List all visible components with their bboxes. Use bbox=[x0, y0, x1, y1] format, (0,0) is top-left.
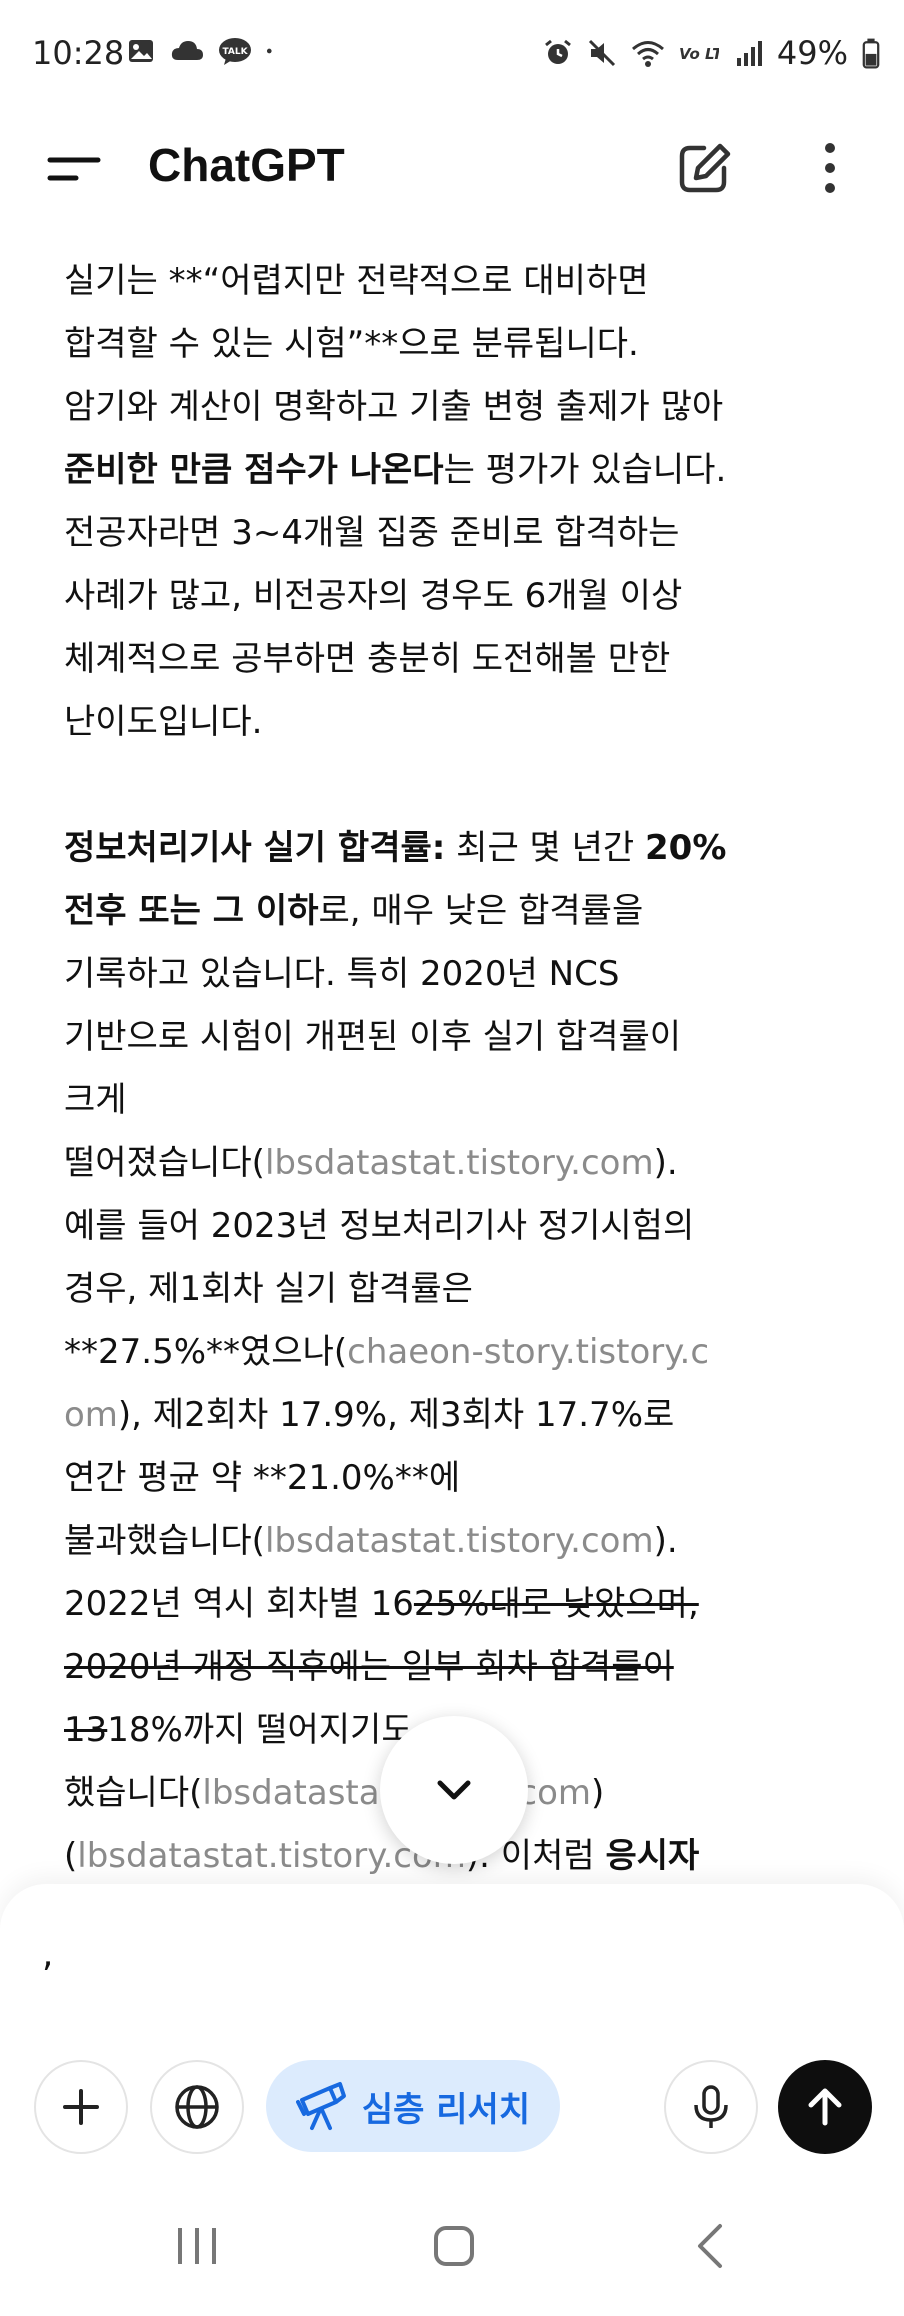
message-text: 로, 매우 낮은 합격률을 bbox=[318, 891, 644, 931]
new-chat-button[interactable] bbox=[674, 138, 734, 198]
message-text: 2022년 역시 회차별 16 bbox=[64, 1584, 414, 1624]
talk-badge-text: TALK bbox=[222, 47, 248, 57]
status-icons-left: TALK bbox=[126, 36, 280, 66]
dot-icon bbox=[266, 48, 272, 54]
back-button[interactable] bbox=[690, 2222, 730, 2274]
source-link[interactable]: om bbox=[64, 1395, 118, 1435]
bold-text: 전후 또는 그 이하 bbox=[64, 891, 319, 931]
message-line: 전공자라면 3~4개월 집중 준비로 합격하는 bbox=[64, 513, 680, 553]
signal-icon bbox=[736, 41, 762, 66]
message-line: om), 제2회차 17.9%, 제3회차 17.7%로 bbox=[64, 1384, 854, 1447]
bold-text: 준비한 만큼 점수가 나온다 bbox=[64, 450, 444, 490]
message-line: 2022년 역시 회차별 1625%대로 낮았으며, bbox=[64, 1573, 854, 1636]
recents-icon bbox=[178, 2228, 216, 2264]
message-text: 최근 몇 년간 bbox=[445, 828, 645, 868]
message-line: 암기와 계산이 명확하고 기출 변형 출제가 많아 bbox=[64, 387, 724, 427]
scroll-down-button[interactable] bbox=[380, 1716, 528, 1864]
message-line: 사례가 많고, 비전공자의 경우도 6개월 이상 bbox=[64, 576, 683, 616]
message-line: 실기는 **“어렵지만 전략적으로 대비하면 bbox=[64, 261, 649, 301]
message-line: 난이도입니다. bbox=[64, 702, 263, 742]
telescope-icon bbox=[295, 2082, 346, 2130]
message-line: 준비한 만큼 점수가 나온다는 평가가 있습니다. bbox=[64, 439, 854, 502]
talk-icon: TALK bbox=[219, 38, 251, 65]
recents-button[interactable] bbox=[174, 2224, 220, 2272]
cloud-icon bbox=[171, 41, 203, 60]
battery-icon bbox=[862, 38, 880, 69]
volte-text: Vo LTE bbox=[679, 45, 719, 63]
composer: , 심층 리서치 bbox=[0, 1884, 904, 2174]
new-chat-icon bbox=[679, 143, 731, 193]
arrow-up-icon bbox=[808, 2088, 842, 2126]
message-text: 는 평가가 있습니다. bbox=[443, 450, 727, 490]
message-line: 경우, 제1회차 실기 합격률은 bbox=[64, 1269, 473, 1309]
message-text: **27.5%**였으나( bbox=[64, 1332, 348, 1372]
battery-percent: 49% bbox=[776, 34, 848, 72]
message-line: **27.5%**였으나(chaeon-story.tistory.c bbox=[64, 1321, 854, 1384]
message-line: 체계적으로 공부하면 충분히 도전해볼 만한 bbox=[64, 639, 671, 679]
more-vertical-icon bbox=[825, 143, 835, 193]
status-bar: 10:28 TALK Vo L 49% bbox=[0, 0, 904, 108]
message-text: ( bbox=[64, 1836, 78, 1876]
message-line: 크게 bbox=[64, 1080, 127, 1120]
message-line: 기록하고 있습니다. 특히 2020년 NCS bbox=[64, 954, 620, 994]
gallery-icon bbox=[129, 40, 153, 62]
message-line: 기반으로 시험이 개편된 이후 실기 합격률이 bbox=[64, 1017, 682, 1057]
message-line: 합격할 수 있는 시험”**으로 분류됩니다. bbox=[64, 324, 639, 364]
message-line: 전후 또는 그 이하로, 매우 낮은 합격률을 bbox=[64, 880, 854, 943]
menu-button[interactable] bbox=[44, 138, 104, 198]
bold-text: 20% bbox=[645, 828, 727, 868]
message-text: 떨어졌습니다( bbox=[64, 1143, 265, 1183]
mic-icon bbox=[694, 2085, 728, 2128]
deep-research-label: 심층 리서치 bbox=[361, 2089, 531, 2130]
alarm-icon bbox=[544, 39, 571, 64]
status-icons-right: Vo LTE 49% bbox=[543, 34, 880, 72]
message-line: 떨어졌습니다(lbsdatastat.tistory.com). bbox=[64, 1132, 854, 1195]
app-header: ChatGPT bbox=[0, 108, 904, 232]
source-link[interactable]: chaeon-story.tistory.c bbox=[347, 1332, 709, 1372]
back-icon bbox=[698, 2224, 722, 2268]
voice-input-button[interactable] bbox=[664, 2060, 758, 2154]
bold-text: 응시자 bbox=[605, 1836, 700, 1876]
home-button[interactable] bbox=[432, 2224, 476, 2272]
strikethrough-text: 25%대로 낮았으며, bbox=[413, 1584, 699, 1624]
message-line: 2020년 개정 직후에는 일부 회차 합격률이 bbox=[64, 1636, 854, 1699]
message-text: 했습니다( bbox=[64, 1773, 203, 1813]
message-text: ), 제2회차 17.9%, 제3회차 17.7%로 bbox=[117, 1395, 675, 1435]
mute-icon bbox=[588, 39, 615, 67]
wifi-icon bbox=[631, 41, 664, 67]
app-title: ChatGPT bbox=[148, 139, 345, 191]
strikethrough-text: 2020년 개정 직후에는 일부 회차 합격률이 bbox=[64, 1647, 674, 1687]
home-icon bbox=[434, 2226, 474, 2266]
web-search-button[interactable] bbox=[150, 2060, 244, 2154]
message-text: 불과했습니다( bbox=[64, 1521, 265, 1561]
chevron-down-icon bbox=[437, 1780, 471, 1800]
message-line: 불과했습니다(lbsdatastat.tistory.com). bbox=[64, 1510, 854, 1573]
source-link[interactable]: lbsdatastat.tistory.com bbox=[265, 1521, 654, 1561]
menu-icon bbox=[47, 157, 101, 181]
system-nav-bar bbox=[0, 2174, 904, 2316]
message-line: 정보처리기사 실기 합격률: 최근 몇 년간 20% bbox=[64, 817, 854, 880]
message-text: ). bbox=[653, 1143, 678, 1183]
strikethrough-text: 13 bbox=[64, 1710, 108, 1750]
source-link[interactable]: lbsdatastat.tistory.com bbox=[265, 1143, 654, 1183]
message-text: ). bbox=[653, 1521, 678, 1561]
message-text: 18%까지 떨어지기도 bbox=[107, 1710, 413, 1750]
message-line: 연간 평균 약 **21.0%**에 bbox=[64, 1458, 461, 1498]
message-input[interactable]: , bbox=[42, 1934, 53, 1975]
plus-icon bbox=[63, 2089, 99, 2125]
send-button[interactable] bbox=[778, 2060, 872, 2154]
more-options-button[interactable] bbox=[800, 138, 860, 198]
status-time: 10:28 bbox=[32, 34, 125, 72]
message-text: ) bbox=[591, 1773, 605, 1813]
message-line: 예를 들어 2023년 정보처리기사 정기시험의 bbox=[64, 1206, 695, 1246]
bold-text: 정보처리기사 실기 합격률: bbox=[64, 828, 446, 868]
volte-icon: Vo LTE bbox=[679, 45, 719, 63]
globe-icon bbox=[175, 2085, 219, 2129]
add-attachment-button[interactable] bbox=[34, 2060, 128, 2154]
deep-research-button[interactable]: 심층 리서치 bbox=[266, 2060, 560, 2152]
assistant-message: 실기는 **“어렵지만 전략적으로 대비하면 합격할 수 있는 시험”**으로 … bbox=[64, 250, 854, 1880]
